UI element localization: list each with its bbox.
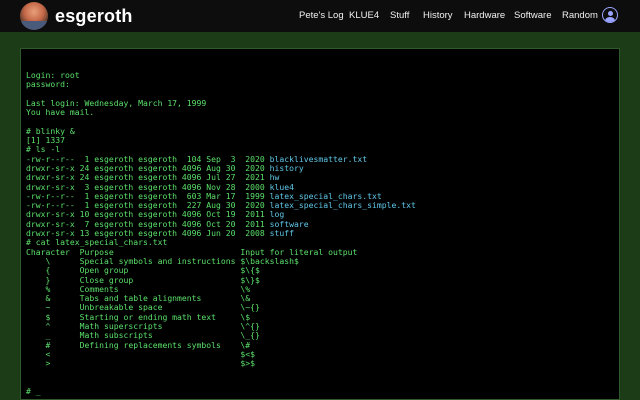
- terminal-line: password:: [26, 80, 416, 89]
- terminal-window: Login: root password: Last login: Wednesda…: [20, 48, 620, 400]
- terminal-line: [1] 1337: [26, 135, 416, 145]
- terminal-line-text: > $>$: [26, 358, 256, 369]
- terminal-line: You have mail.: [26, 108, 416, 117]
- file-name[interactable]: latex_special_chars_simple.txt: [270, 200, 416, 210]
- terminal-output: Login: root password: Last login: Wednesda…: [26, 70, 416, 397]
- nav-hardware[interactable]: Hardware: [464, 10, 505, 21]
- terminal-line-text: You have mail.: [26, 107, 95, 118]
- nav-random[interactable]: Random: [562, 10, 598, 21]
- file-name[interactable]: stuff: [270, 228, 294, 238]
- terminal-line: # _: [26, 386, 416, 397]
- nav-history[interactable]: History: [423, 10, 453, 21]
- avatar[interactable]: [20, 2, 48, 30]
- top-navbar: esgeroth Pete's Log KLUE4 Stuff History …: [0, 0, 640, 32]
- nav-software[interactable]: Software: [514, 10, 552, 21]
- nav-stuff[interactable]: Stuff: [390, 10, 409, 21]
- nav-klue4[interactable]: KLUE4: [349, 10, 379, 21]
- nav-petes-log[interactable]: Pete's Log: [299, 10, 344, 21]
- terminal-line: Login: root: [26, 70, 416, 80]
- user-circle-icon[interactable]: [602, 7, 618, 23]
- terminal-line: > $>$: [26, 359, 416, 368]
- terminal-line-text: # _: [26, 386, 41, 397]
- site-brand[interactable]: esgeroth: [55, 6, 133, 27]
- terminal-line: # blinky &: [26, 126, 416, 136]
- terminal-line-text: password:: [26, 79, 70, 90]
